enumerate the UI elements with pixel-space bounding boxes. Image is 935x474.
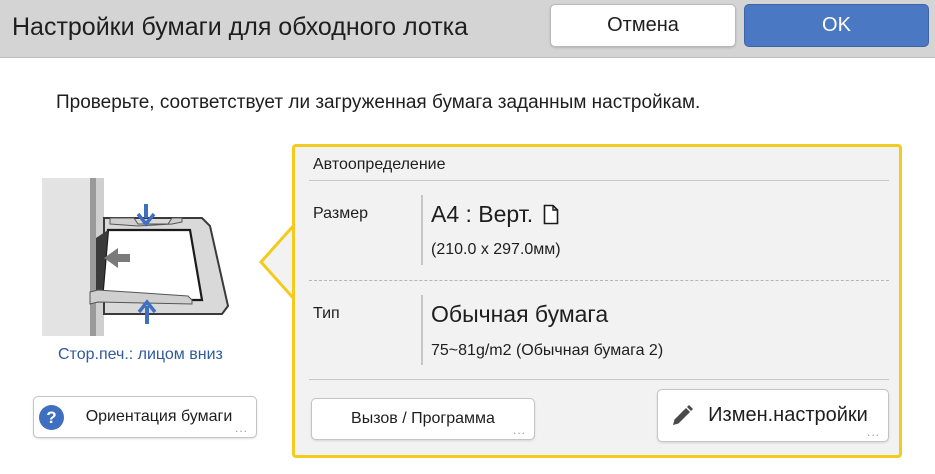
size-label: Размер [313,205,368,222]
type-divider [421,295,423,365]
footer-separator [309,379,889,380]
auto-detect-panel: Автоопределение Размер A4 : Верт. (210.0… [292,144,902,458]
machine-edge [90,178,96,336]
cancel-button[interactable]: Отмена [550,4,736,47]
ok-button[interactable]: OK [744,4,929,47]
pencil-icon [670,404,694,434]
portrait-page-icon [543,204,559,225]
size-value-text: A4 : Верт. [431,201,534,227]
type-label: Тип [313,305,340,322]
face-down-caption: Стор.печ.: лицом вниз [58,346,223,363]
paper-orientation-label: Ориентация бумаги [85,408,233,425]
size-detail: (210.0 x 297.0мм) [431,241,561,258]
header-separator [309,180,889,181]
change-settings-label: Измен.настройки [708,404,868,426]
page-title: Настройки бумаги для обходного лотка [12,13,469,41]
size-value: A4 : Верт. [431,201,559,228]
more-dots-icon: ... [866,425,880,439]
machine-body [42,178,94,336]
size-divider [421,195,423,265]
change-settings-button[interactable]: Измен.настройки ... [657,389,889,442]
recall-program-button[interactable]: Вызов / Программа ... [311,398,535,440]
paper-orientation-button[interactable]: ? Ориентация бумаги ... [33,396,257,438]
more-dots-icon: ... [512,423,526,437]
instruction-text: Проверьте, соответствует ли загруженная … [56,92,701,113]
bypass-tray-illustration [42,178,230,336]
title-bar: Настройки бумаги для обходного лотка Отм… [0,0,935,58]
type-detail: 75~81g/m2 (Обычная бумага 2) [431,342,664,359]
row-separator [309,280,889,281]
panel-header: Автоопределение [313,156,446,173]
recall-program-label: Вызов / Программа [351,410,495,427]
more-dots-icon: ... [234,421,248,435]
help-icon: ? [39,405,64,430]
type-value: Обычная бумага [431,301,609,327]
